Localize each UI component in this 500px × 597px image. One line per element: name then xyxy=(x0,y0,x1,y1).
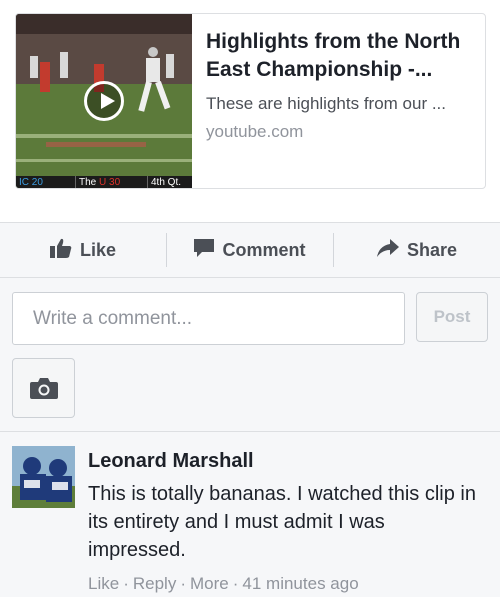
meta-separator: · xyxy=(180,574,186,593)
avatar[interactable] xyxy=(12,446,75,508)
team-b-prefix: The xyxy=(79,177,100,188)
camera-button[interactable] xyxy=(12,358,75,418)
link-description: These are highlights from our ... xyxy=(206,94,447,113)
comment-author[interactable]: Leonard Marshall xyxy=(88,450,488,473)
share-label: Share xyxy=(406,239,458,260)
score-team-a: IC 20 xyxy=(16,176,76,188)
comment-timestamp[interactable]: 41 minutes ago xyxy=(242,574,358,593)
action-bar: Like Comment Share xyxy=(0,222,500,278)
share-button[interactable]: Share xyxy=(334,233,500,267)
meta-separator: · xyxy=(232,574,239,593)
thumbs-up-icon xyxy=(49,238,72,263)
speech-bubble-icon xyxy=(194,238,215,262)
link-preview-card[interactable]: IC 20 The U 30 4th Qt. Highlights from t… xyxy=(15,13,486,189)
camera-icon xyxy=(30,377,58,404)
score-quarter: 4th Qt. xyxy=(151,177,182,188)
comment-label: Comment xyxy=(222,239,306,260)
play-button-icon[interactable] xyxy=(84,81,124,121)
link-title[interactable]: Highlights from the North East Champions… xyxy=(206,28,482,84)
comment-button[interactable]: Comment xyxy=(167,233,333,267)
comment-meta: Like · Reply · More · 41 minutes ago xyxy=(88,574,488,594)
scoreboard-overlay: IC 20 The U 30 4th Qt. xyxy=(16,176,192,188)
avatar-image xyxy=(12,446,75,508)
video-thumbnail[interactable]: IC 20 The U 30 4th Qt. xyxy=(16,14,192,188)
comment-text: This is totally bananas. I watched this … xyxy=(88,483,476,561)
like-label: Like xyxy=(79,239,117,260)
post-button[interactable]: Post xyxy=(416,292,488,342)
team-b-score: U 30 xyxy=(99,177,121,188)
comment-composer: Write a comment... Post xyxy=(0,278,500,432)
comment-item: Leonard Marshall This is totally bananas… xyxy=(0,432,500,597)
link-text-block[interactable]: Highlights from the North East Champions… xyxy=(206,28,482,142)
comment-more-link[interactable]: More xyxy=(190,574,229,593)
comment-body: Leonard Marshall This is totally bananas… xyxy=(88,450,488,594)
score-team-b: The U 30 xyxy=(76,176,148,188)
comment-like-link[interactable]: Like xyxy=(88,574,119,593)
like-button[interactable]: Like xyxy=(0,233,166,267)
link-domain: youtube.com xyxy=(206,122,304,141)
share-arrow-icon xyxy=(376,238,399,262)
comment-input[interactable]: Write a comment... xyxy=(12,292,405,345)
meta-separator: · xyxy=(123,574,129,593)
comment-reply-link[interactable]: Reply xyxy=(133,574,176,593)
